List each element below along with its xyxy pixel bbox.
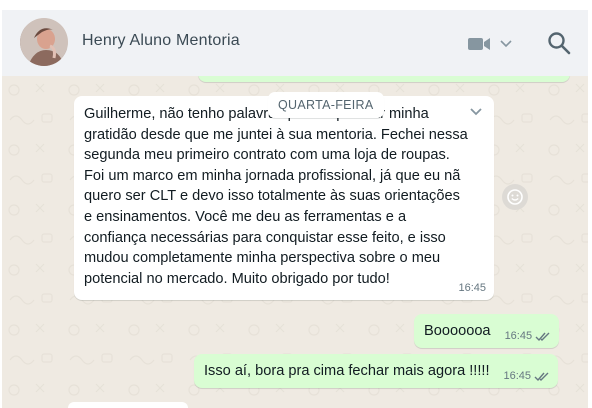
video-camera-icon (468, 38, 490, 50)
chevron-down-icon[interactable] (468, 104, 484, 120)
whatsapp-window: Henry Aluno Mentoria Guilherme, não tenh… (0, 0, 592, 408)
double-check-icon (534, 372, 549, 381)
message-text: Guilherme, não tenho palavras para expre… (84, 106, 468, 287)
previous-message-bubble (198, 76, 570, 82)
video-call-button[interactable] (468, 32, 518, 56)
message-meta: 16:45 (505, 330, 552, 342)
message-meta: 16:45 (504, 370, 551, 382)
double-check-icon (535, 332, 550, 341)
incoming-message[interactable]: Guilherme, não tenho palavras para expre… (74, 96, 494, 300)
message-text: Isso aí, bora pra cima fechar mais agora… (204, 363, 490, 379)
react-button[interactable] (502, 184, 528, 210)
search-icon (548, 32, 571, 55)
message-time: 16:45 (458, 282, 486, 294)
message-time: 16:45 (503, 370, 532, 382)
emoji-icon (507, 189, 523, 205)
outgoing-message[interactable]: Booooooa 16:45 (414, 314, 560, 348)
outgoing-message[interactable]: Isso aí, bora pra cima fechar mais agora… (194, 354, 559, 388)
chevron-down-icon (500, 40, 512, 48)
date-separator: QUARTA-FEIRA (268, 92, 384, 118)
search-button[interactable] (546, 30, 572, 56)
message-text: Booooooa (424, 323, 491, 339)
next-message-bubble (68, 402, 188, 408)
conversation-panel[interactable]: Guilherme, não tenho palavras para expre… (2, 76, 588, 408)
contact-name[interactable]: Henry Aluno Mentoria (82, 32, 240, 50)
chat-header: Henry Aluno Mentoria (2, 10, 588, 76)
message-time: 16:45 (504, 330, 533, 342)
avatar[interactable] (20, 18, 68, 66)
